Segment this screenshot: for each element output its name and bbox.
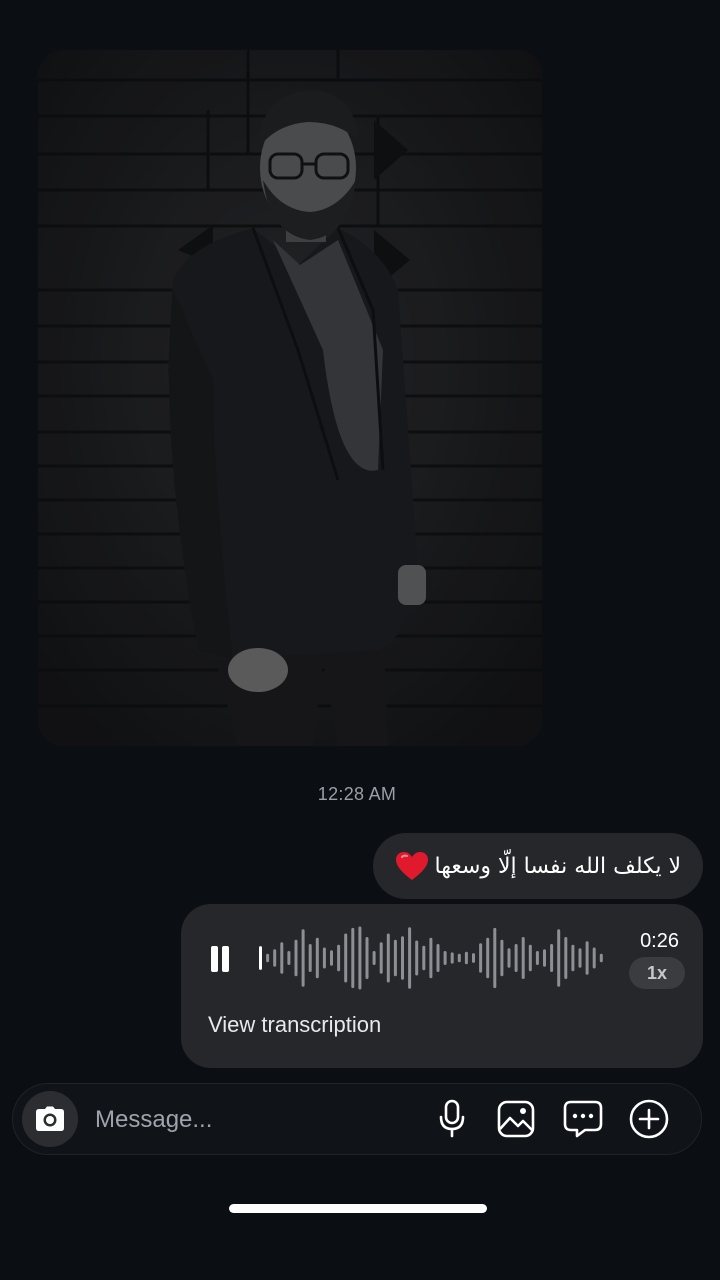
waveform-bar [479,943,483,973]
home-indicator[interactable] [229,1204,487,1213]
waveform-bar [308,944,312,972]
waveform-bar [450,952,454,964]
shared-photo[interactable] [38,50,542,746]
waveform-bar [486,937,490,979]
microphone-icon [439,1099,465,1138]
waveform-bar [294,939,298,977]
waveform-bar [358,926,362,990]
waveform-bar [273,949,277,967]
waveform-bar [585,941,589,975]
waveform-bar [571,944,575,972]
pause-icon [211,946,218,972]
sticker-chat-button[interactable] [562,1098,604,1140]
waveform-bar [351,927,355,989]
waveform-bar [543,949,546,967]
waveform-bar [464,951,468,965]
waveform-bar [443,951,447,965]
waveform-bar [415,940,419,976]
pause-button[interactable] [207,942,233,976]
waveform-bar [365,937,369,979]
view-transcription-link[interactable]: View transcription [208,1012,381,1038]
waveform-bar [386,933,390,983]
waveform-bar [344,933,348,983]
playback-speed-button[interactable]: 1x [629,957,685,989]
sticker-chat-icon [563,1100,603,1138]
waveform-bar [379,942,383,974]
audio-waveform[interactable] [259,918,615,998]
waveform-bar [266,953,270,963]
waveform-bar [507,948,511,968]
gallery-icon [497,1100,535,1138]
waveform-bar [322,947,326,969]
waveform-bar [500,939,504,977]
waveform-bar [330,950,333,966]
waveform-bar [422,945,426,971]
waveform-bar [535,951,539,965]
message-composer [12,1083,702,1155]
pause-icon-bar [222,946,229,972]
waveform-bar [401,936,404,980]
waveform-bar [493,927,497,989]
waveform-bar [514,944,518,972]
waveform-bar [457,953,461,963]
message-input[interactable] [93,1098,417,1142]
waveform-bar [429,937,433,979]
person-photo-image [38,50,542,746]
waveform-bar [287,951,291,965]
waveform-bar [550,944,554,972]
microphone-button[interactable] [431,1098,473,1140]
plus-button[interactable] [628,1098,670,1140]
gallery-button[interactable] [495,1098,537,1140]
waveform-bar [372,951,376,965]
waveform-bar [393,939,397,977]
plus-icon [629,1099,669,1139]
message-timestamp: 12:28 AM [317,784,397,804]
waveform-bar [337,944,341,972]
waveform-bar [301,929,305,987]
waveform-bar [564,937,568,979]
voice-message-bubble[interactable]: 0:26 1x View transcription [181,904,703,1068]
text-message-content: لا يكلف الله نفسا إلّا وسعها [434,853,682,879]
waveform-bar [315,937,319,979]
waveform-bar [528,944,532,972]
waveform-bar [408,927,412,989]
waveform-bar [592,947,596,969]
playhead-bar [259,946,262,970]
voice-duration: 0:26 [640,930,679,952]
waveform-bar [472,953,475,963]
waveform-bar [557,929,561,987]
waveform-bar [280,942,284,974]
camera-button[interactable] [22,1091,78,1147]
waveform-bar [599,953,603,963]
waveform-bar [436,944,440,972]
waveform-bar [578,948,582,968]
camera-icon [36,1106,64,1131]
red-heart-icon [395,852,428,880]
chat-screen: 12:28 AM لا يكلف الله نفسا إلّا وسعها 0:… [0,0,720,1280]
text-message-bubble[interactable]: لا يكلف الله نفسا إلّا وسعها [372,833,703,899]
waveform-bar [521,937,525,979]
